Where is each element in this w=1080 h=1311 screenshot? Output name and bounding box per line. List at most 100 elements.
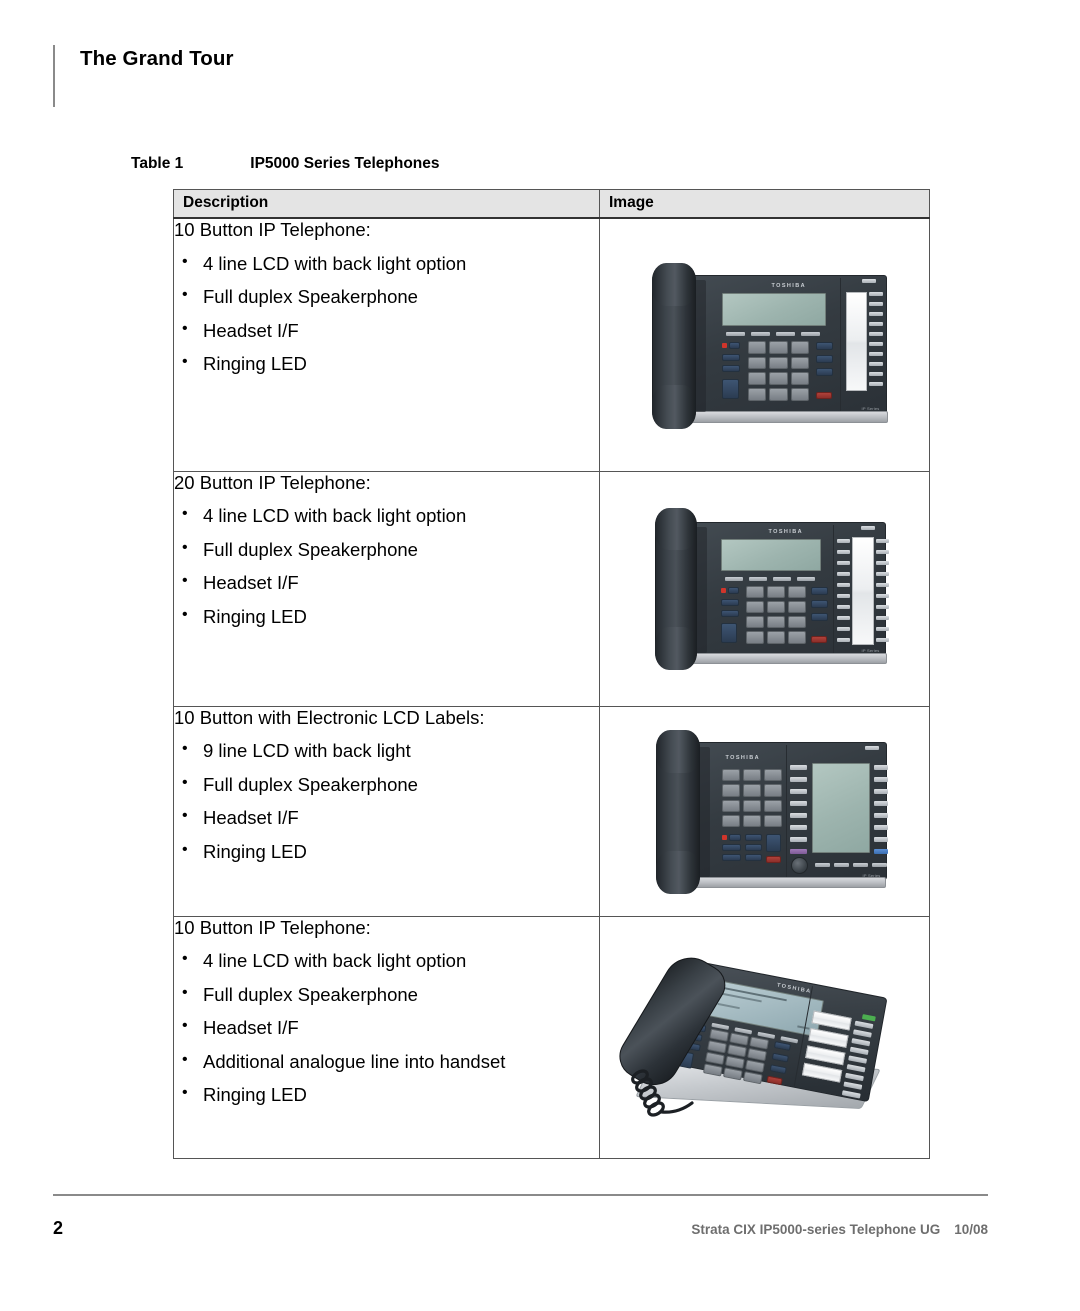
softkey-button[interactable]	[796, 576, 815, 581]
dss-button[interactable]	[868, 301, 883, 306]
keypad-key-3[interactable]	[787, 585, 806, 598]
dss-button[interactable]	[868, 351, 883, 356]
dss-button[interactable]	[873, 849, 888, 854]
release-button[interactable]	[810, 635, 827, 643]
dss-button[interactable]	[789, 777, 807, 782]
keypad-key-6[interactable]	[787, 600, 806, 613]
softkey-button[interactable]	[814, 863, 830, 867]
softkey-button[interactable]	[772, 576, 791, 581]
dss-button[interactable]	[842, 1080, 862, 1090]
feature-button[interactable]	[727, 586, 739, 594]
dss-button[interactable]	[836, 637, 850, 642]
keypad-key-star[interactable]	[721, 814, 740, 827]
keypad-key-1[interactable]	[747, 340, 767, 354]
dial-keypad[interactable]	[747, 340, 810, 401]
keypad-key-6[interactable]	[790, 356, 810, 370]
dss-button-column[interactable]	[868, 291, 883, 391]
electronic-label-button-column-right[interactable]	[873, 765, 888, 855]
dss-button[interactable]	[836, 593, 850, 598]
dss-button[interactable]	[875, 615, 889, 620]
dss-button[interactable]	[852, 1028, 872, 1038]
speaker-button[interactable]	[815, 341, 833, 350]
keypad-key-1[interactable]	[745, 585, 764, 598]
keypad-key-7[interactable]	[704, 1051, 725, 1065]
dss-button[interactable]	[841, 1089, 861, 1099]
mute-button[interactable]	[815, 367, 833, 376]
dss-button[interactable]	[873, 765, 888, 770]
dss-button[interactable]	[875, 582, 889, 587]
dss-button[interactable]	[868, 331, 883, 336]
navigation-wheel[interactable]	[790, 857, 808, 874]
dss-button[interactable]	[875, 593, 889, 598]
keypad-key-5[interactable]	[769, 356, 788, 370]
keypad-key-3[interactable]	[748, 1035, 769, 1050]
keypad-key-5[interactable]	[742, 784, 761, 797]
keypad-key-4[interactable]	[745, 600, 764, 613]
dss-button[interactable]	[873, 837, 888, 842]
dss-button[interactable]	[789, 825, 807, 830]
dss-button[interactable]	[868, 371, 883, 376]
feature-button[interactable]	[721, 844, 741, 851]
speaker-button[interactable]	[744, 834, 762, 841]
softkey-button[interactable]	[852, 863, 868, 867]
headset-button[interactable]	[771, 1052, 789, 1062]
dss-button[interactable]	[875, 637, 889, 642]
keypad-key-pound[interactable]	[787, 631, 806, 644]
keypad-key-5[interactable]	[726, 1043, 747, 1057]
keypad-key-7[interactable]	[721, 799, 740, 812]
dss-button[interactable]	[875, 604, 889, 609]
dss-button[interactable]	[850, 1037, 870, 1046]
dss-button[interactable]	[836, 571, 850, 576]
softkey-button[interactable]	[725, 331, 745, 336]
keypad-key-2[interactable]	[769, 340, 788, 354]
dss-button[interactable]	[873, 801, 888, 806]
keypad-key-6[interactable]	[763, 784, 782, 797]
dss-button[interactable]	[849, 1046, 869, 1055]
keypad-key-4[interactable]	[721, 784, 740, 797]
keypad-key-0[interactable]	[769, 388, 788, 401]
keypad-key-star[interactable]	[747, 388, 767, 401]
dss-button[interactable]	[875, 560, 889, 565]
dss-button[interactable]	[875, 538, 889, 543]
keypad-key-7[interactable]	[745, 616, 764, 629]
dss-button[interactable]	[789, 765, 807, 770]
dss-button[interactable]	[846, 1063, 865, 1072]
keypad-key-pound[interactable]	[790, 388, 810, 401]
dss-button-column[interactable]	[841, 1020, 873, 1099]
softkey-button[interactable]	[775, 331, 795, 336]
dss-button[interactable]	[836, 560, 850, 565]
dss-button[interactable]	[847, 1054, 867, 1064]
softkey-button[interactable]	[724, 576, 743, 581]
softkey-button[interactable]	[748, 576, 767, 581]
dss-button[interactable]	[789, 789, 807, 794]
softkey-button[interactable]	[750, 331, 770, 336]
keypad-key-9[interactable]	[763, 799, 782, 812]
softkey-button[interactable]	[871, 863, 887, 867]
speaker-button[interactable]	[773, 1040, 791, 1051]
dss-button[interactable]	[868, 321, 883, 326]
dss-button[interactable]	[873, 813, 888, 818]
electronic-label-button-column-left[interactable]	[789, 765, 807, 855]
dial-keypad[interactable]	[745, 585, 806, 644]
dss-button[interactable]	[836, 549, 850, 554]
dss-button-column-right[interactable]	[875, 538, 889, 643]
keypad-key-4[interactable]	[747, 356, 767, 370]
feature-button[interactable]	[720, 598, 739, 606]
dss-button[interactable]	[873, 789, 888, 794]
keypad-key-8[interactable]	[766, 616, 785, 629]
keypad-key-6[interactable]	[746, 1047, 767, 1061]
keypad-key-9[interactable]	[744, 1059, 765, 1073]
feature-button[interactable]	[728, 834, 741, 841]
mute-button[interactable]	[810, 612, 828, 621]
keypad-key-2[interactable]	[728, 1031, 749, 1046]
feature-button[interactable]	[720, 609, 739, 617]
keypad-key-1[interactable]	[708, 1028, 729, 1042]
softkey-button[interactable]	[833, 863, 849, 867]
headset-button[interactable]	[810, 599, 828, 608]
dss-button[interactable]	[868, 361, 883, 366]
dial-keypad[interactable]	[721, 769, 782, 827]
dss-button[interactable]	[789, 837, 807, 842]
keypad-key-7[interactable]	[747, 372, 767, 385]
headset-button[interactable]	[744, 844, 762, 851]
dss-button[interactable]	[854, 1020, 873, 1029]
